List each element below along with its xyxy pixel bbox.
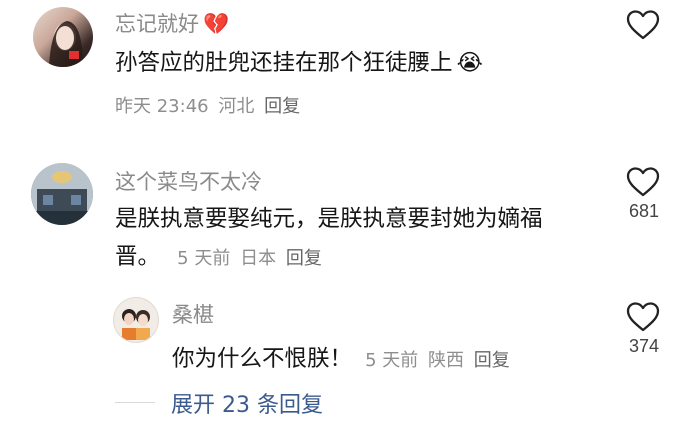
comment-text-body: 孙答应的肚兜还挂在那个狂徒腰上 xyxy=(115,50,453,76)
reply-button[interactable]: 回复 xyxy=(286,248,322,269)
comment-time: 昨天 23:46 xyxy=(115,96,209,117)
heart-outline-icon xyxy=(626,167,660,197)
expand-replies-button[interactable]: 展开 23 条回复 xyxy=(171,387,323,419)
reply-text-row: 你为什么不恨朕！ 5 天前 陕西 回复 xyxy=(172,340,514,378)
author-name-text: 忘记就好 xyxy=(115,12,199,36)
comment-text: 孙答应的肚兜还挂在那个狂徒腰上 😭 xyxy=(115,44,483,82)
reply-text: 你为什么不恨朕！ xyxy=(172,346,353,372)
avatar[interactable] xyxy=(113,297,159,343)
like-button[interactable] xyxy=(623,10,663,40)
comment-location: 日本 xyxy=(240,248,277,269)
reply-button[interactable]: 回复 xyxy=(474,350,510,371)
comment-author-name[interactable]: 这个菜鸟不太冷 xyxy=(115,166,262,196)
expand-divider xyxy=(115,402,155,403)
broken-heart-emoji: 💔 xyxy=(203,12,230,36)
like-button[interactable]: 374 xyxy=(623,302,663,357)
reply-time: 5 天前 xyxy=(365,350,419,371)
avatar-portrait xyxy=(49,21,83,67)
avatar[interactable] xyxy=(31,163,93,225)
comment-meta: 5 天前 日本 回复 xyxy=(177,248,326,269)
reply-location: 陕西 xyxy=(428,350,465,371)
heart-outline-icon xyxy=(626,10,660,40)
reply-button[interactable]: 回复 xyxy=(264,96,300,117)
comment-meta: 昨天 23:46 河北 回复 xyxy=(115,92,304,118)
comment-text-line: 是朕执意要娶纯元，是朕执意要封她为嫡福 xyxy=(115,206,543,232)
avatar[interactable] xyxy=(33,7,93,67)
comment-location: 河北 xyxy=(218,96,255,117)
reply-meta: 5 天前 陕西 回复 xyxy=(365,350,514,371)
reply-author-name[interactable]: 桑椹 xyxy=(172,299,214,329)
comment-author-name[interactable]: 忘记就好 💔 xyxy=(115,8,229,38)
like-count: 374 xyxy=(628,336,660,356)
like-button[interactable]: 681 xyxy=(623,167,663,222)
like-count: 681 xyxy=(628,201,660,221)
comment-time: 5 天前 xyxy=(177,248,231,269)
avatar-cartoon xyxy=(122,309,150,340)
comment-text: 是朕执意要娶纯元，是朕执意要封她为嫡福 晋。 5 天前 日本 回复 xyxy=(115,200,585,278)
heart-outline-icon xyxy=(626,302,660,332)
avatar-room-photo xyxy=(31,163,93,225)
crying-emoji: 😭 xyxy=(456,50,483,76)
comment-text-line-end: 晋。 xyxy=(115,244,161,270)
comment-text-line: 晋。 5 天前 日本 回复 xyxy=(115,238,585,278)
